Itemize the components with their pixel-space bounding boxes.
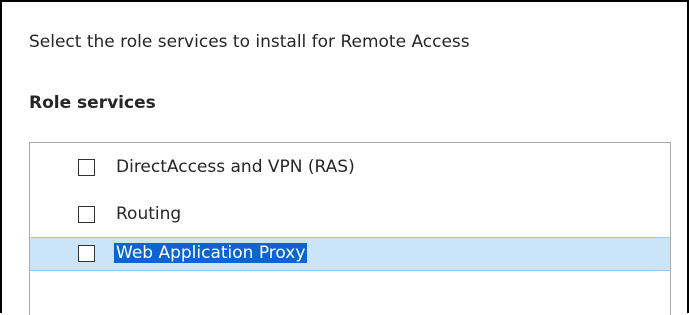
role-services-tree[interactable]: DirectAccess and VPN (RAS) Routing Web A…	[29, 142, 671, 315]
role-service-checkbox-directaccess-vpn[interactable]	[78, 159, 95, 176]
role-service-item-directaccess-vpn[interactable]: DirectAccess and VPN (RAS)	[30, 151, 670, 185]
role-service-label: Routing	[116, 204, 182, 224]
role-service-checkbox-routing[interactable]	[78, 206, 95, 223]
section-title: Role services	[29, 93, 156, 113]
role-service-checkbox-web-application-proxy[interactable]	[78, 245, 95, 262]
role-service-item-web-application-proxy[interactable]: Web Application Proxy	[30, 237, 670, 271]
role-service-label: DirectAccess and VPN (RAS)	[116, 157, 355, 177]
wizard-panel: Select the role services to install for …	[0, 0, 689, 315]
role-service-label: Web Application Proxy	[114, 243, 308, 263]
role-service-item-routing[interactable]: Routing	[30, 198, 670, 232]
page-instruction: Select the role services to install for …	[29, 32, 470, 52]
